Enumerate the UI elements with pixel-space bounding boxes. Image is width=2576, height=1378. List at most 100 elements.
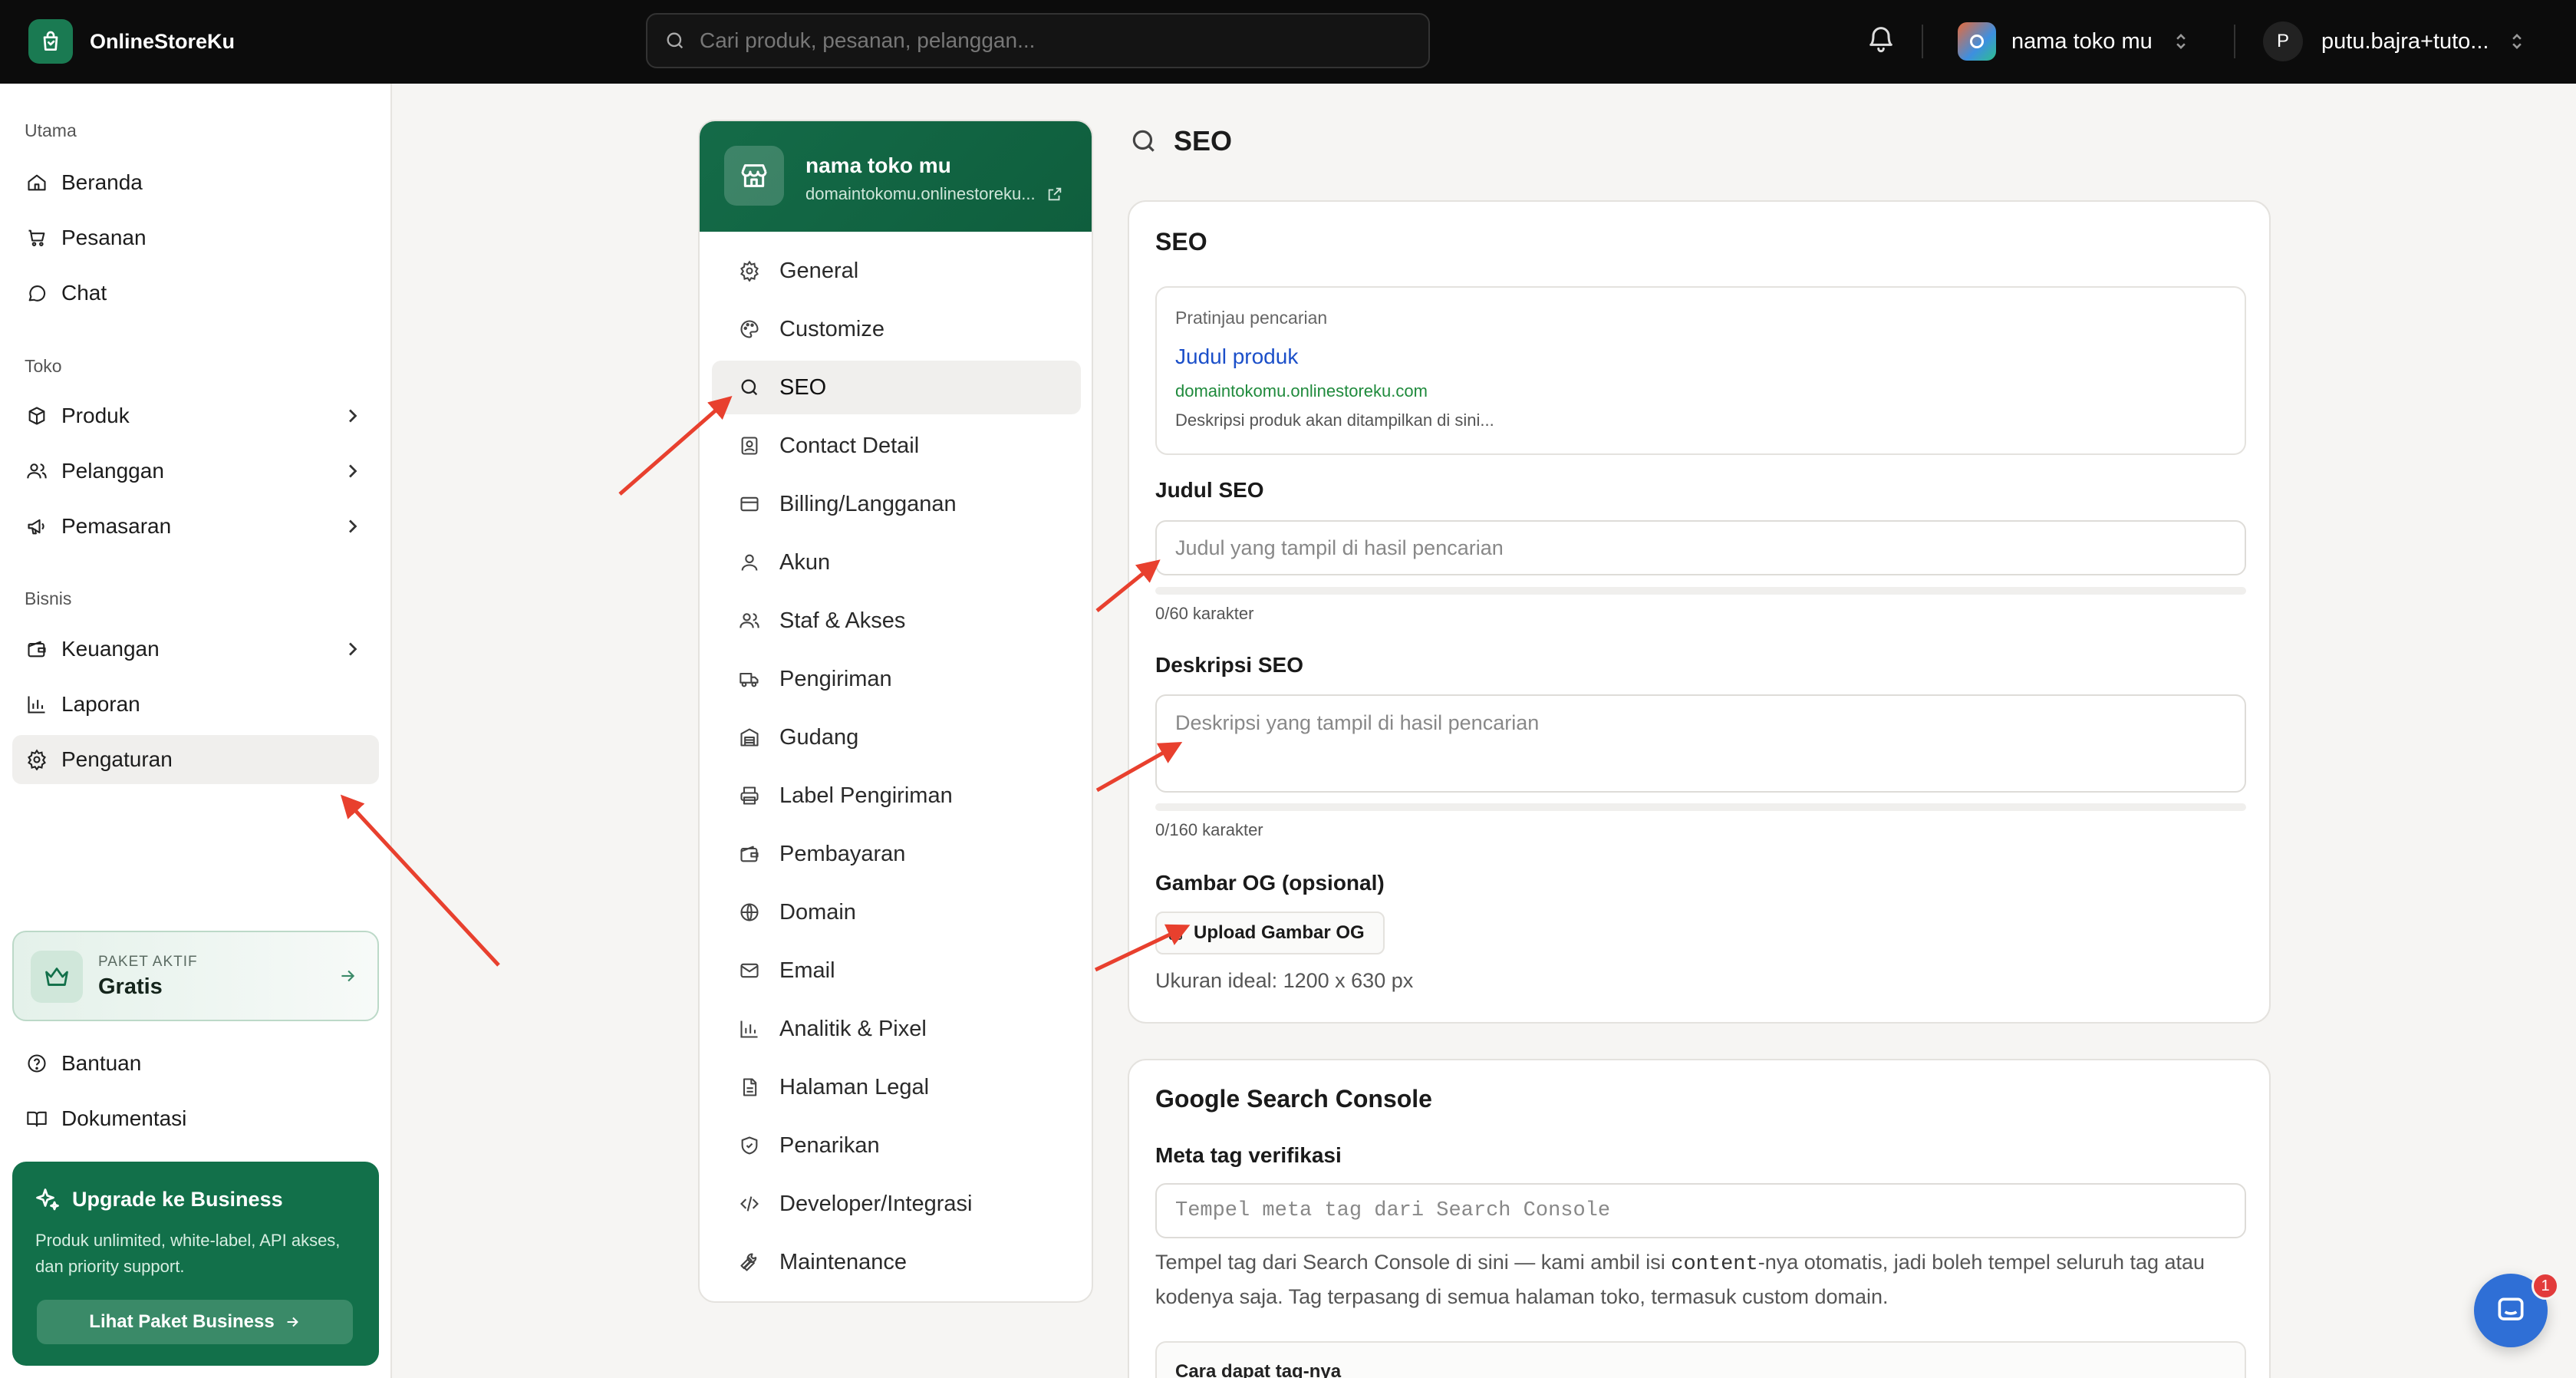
sidebar: Utama Beranda Pesanan Chat Toko Produk P…: [0, 84, 392, 1378]
sidebar-item-label: Bantuan: [61, 1051, 142, 1075]
chat-icon: [2498, 1297, 2524, 1320]
sidebar-item-produk[interactable]: Produk: [12, 391, 379, 440]
how-to-get-tag-title: Cara dapat tag-nya: [1175, 1361, 1342, 1378]
shopping-bag-logo-icon: [28, 19, 73, 64]
topbar-divider: [2234, 25, 2235, 58]
upload-og-image-button[interactable]: Upload Gambar OG: [1155, 912, 1385, 954]
search-icon: [1132, 130, 1155, 152]
brand-name: OnlineStoreKu: [90, 29, 236, 53]
store-domain-link[interactable]: domaintokomu.onlinestoreku...: [805, 184, 1063, 204]
settings-item-domain[interactable]: Domain: [712, 885, 1081, 939]
meta-tag-input[interactable]: [1155, 1183, 2246, 1238]
wrench-icon: [738, 1251, 761, 1274]
settings-item-seo[interactable]: SEO: [712, 361, 1081, 414]
settings-item-label-pengiriman[interactable]: Label Pengiriman: [712, 769, 1081, 823]
preview-title: Judul produk: [1175, 344, 1299, 368]
view-business-plan-button[interactable]: Lihat Paket Business: [37, 1300, 353, 1344]
sidebar-item-chat[interactable]: Chat: [12, 269, 379, 318]
section-label-utama: Utama: [25, 120, 77, 140]
how-to-get-tag-panel[interactable]: Cara dapat tag-nya: [1155, 1341, 2246, 1378]
sidebar-item-dokumentasi[interactable]: Dokumentasi: [12, 1094, 379, 1143]
preview-url: domaintokomu.onlinestoreku.com: [1175, 381, 1428, 401]
shield-check-icon: [738, 1134, 761, 1157]
store-switcher[interactable]: nama toko mu: [1958, 20, 2189, 63]
sidebar-item-pengaturan[interactable]: Pengaturan: [12, 735, 379, 784]
settings-item-gudang[interactable]: Gudang: [712, 710, 1081, 764]
mail-icon: [738, 959, 761, 982]
chevron-right-icon: [344, 517, 361, 536]
settings-item-pengiriman[interactable]: Pengiriman: [712, 652, 1081, 706]
upgrade-description: Produk unlimited, white-label, API akses…: [35, 1231, 341, 1276]
gear-icon: [25, 747, 49, 772]
users-icon: [738, 609, 761, 632]
warehouse-icon: [738, 726, 761, 749]
home-icon: [25, 170, 49, 195]
wallet-icon: [738, 842, 761, 865]
settings-store-header: nama toko mu domaintokomu.onlinestoreku.…: [700, 121, 1092, 232]
sidebar-item-label: Chat: [61, 281, 107, 305]
settings-item-customize[interactable]: Customize: [712, 302, 1081, 356]
sidebar-item-beranda[interactable]: Beranda: [12, 158, 379, 207]
seo-title-input[interactable]: [1155, 520, 2246, 575]
notification-bell-icon[interactable]: [1866, 23, 1896, 54]
sidebar-item-pelanggan[interactable]: Pelanggan: [12, 447, 379, 496]
code-icon: [738, 1192, 761, 1215]
settings-item-pembayaran[interactable]: Pembayaran: [712, 827, 1081, 881]
settings-item-label: Akun: [779, 549, 831, 575]
storefront-icon: [724, 146, 784, 206]
settings-item-maintenance[interactable]: Maintenance: [712, 1235, 1081, 1289]
settings-item-label: Billing/Langganan: [779, 491, 957, 516]
section-label-toko: Toko: [25, 356, 62, 376]
upgrade-card: Upgrade ke Business Produk unlimited, wh…: [12, 1162, 379, 1366]
og-image-label: Gambar OG (opsional): [1155, 871, 1385, 895]
search-preview: Pratinjau pencarian Judul produk domaint…: [1155, 286, 2246, 455]
book-icon: [25, 1106, 49, 1131]
settings-item-penarikan[interactable]: Penarikan: [712, 1119, 1081, 1172]
global-search[interactable]: [646, 13, 1430, 68]
search-input[interactable]: [700, 28, 1390, 53]
wallet-icon: [25, 637, 49, 661]
sidebar-item-pemasaran[interactable]: Pemasaran: [12, 502, 379, 551]
settings-item-email[interactable]: Email: [712, 944, 1081, 997]
settings-item-billing[interactable]: Billing/Langganan: [712, 477, 1081, 531]
settings-item-staf-akses[interactable]: Staf & Akses: [712, 594, 1081, 648]
settings-item-developer[interactable]: Developer/Integrasi: [712, 1177, 1081, 1231]
sparkles-icon: [34, 1186, 61, 1214]
settings-item-halaman-legal[interactable]: Halaman Legal: [712, 1060, 1081, 1114]
topbar-divider: [1922, 25, 1923, 58]
settings-item-analitik-pixel[interactable]: Analitik & Pixel: [712, 1002, 1081, 1056]
search-icon: [738, 376, 761, 399]
credit-card-icon: [738, 493, 761, 516]
sidebar-item-keuangan[interactable]: Keuangan: [12, 625, 379, 674]
settings-item-label: Penarikan: [779, 1132, 880, 1158]
sidebar-item-label: Keuangan: [61, 637, 160, 661]
user-name: putu.bajra+tuto...: [2321, 28, 2489, 54]
truck-icon: [738, 668, 761, 691]
sidebar-item-label: Pesanan: [61, 226, 147, 249]
settings-item-contact-detail[interactable]: Contact Detail: [712, 419, 1081, 473]
settings-item-akun[interactable]: Akun: [712, 536, 1081, 589]
sidebar-item-bantuan[interactable]: Bantuan: [12, 1039, 379, 1088]
settings-item-label: Customize: [779, 316, 884, 341]
chat-icon: [25, 281, 49, 305]
active-plan-card[interactable]: PAKET AKTIF Gratis: [12, 931, 379, 1021]
chevron-right-icon: [344, 640, 361, 658]
user-menu[interactable]: P putu.bajra+tuto...: [2263, 20, 2525, 63]
brand[interactable]: OnlineStoreKu: [28, 19, 235, 64]
external-link-icon: [1048, 187, 1061, 201]
seo-description-textarea[interactable]: [1155, 694, 2246, 793]
top-bar: OnlineStoreKu nama toko mu P putu.bajra+…: [0, 0, 2576, 84]
megaphone-icon: [25, 514, 49, 539]
palette-icon: [738, 318, 761, 341]
sidebar-item-laporan[interactable]: Laporan: [12, 680, 379, 729]
preview-label: Pratinjau pencarian: [1175, 308, 1328, 328]
settings-item-general[interactable]: General: [712, 244, 1081, 298]
sidebar-item-pesanan[interactable]: Pesanan: [12, 213, 379, 262]
settings-item-label: General: [779, 258, 859, 283]
seo-description-length-meter: [1155, 803, 2246, 811]
image-plus-icon: [1169, 925, 1184, 940]
meta-tag-label: Meta tag verifikasi: [1155, 1143, 1342, 1167]
seo-title-label: Judul SEO: [1155, 478, 1264, 502]
settings-menu-card: nama toko mu domaintokomu.onlinestoreku.…: [698, 120, 1093, 1303]
document-icon: [738, 1076, 761, 1099]
